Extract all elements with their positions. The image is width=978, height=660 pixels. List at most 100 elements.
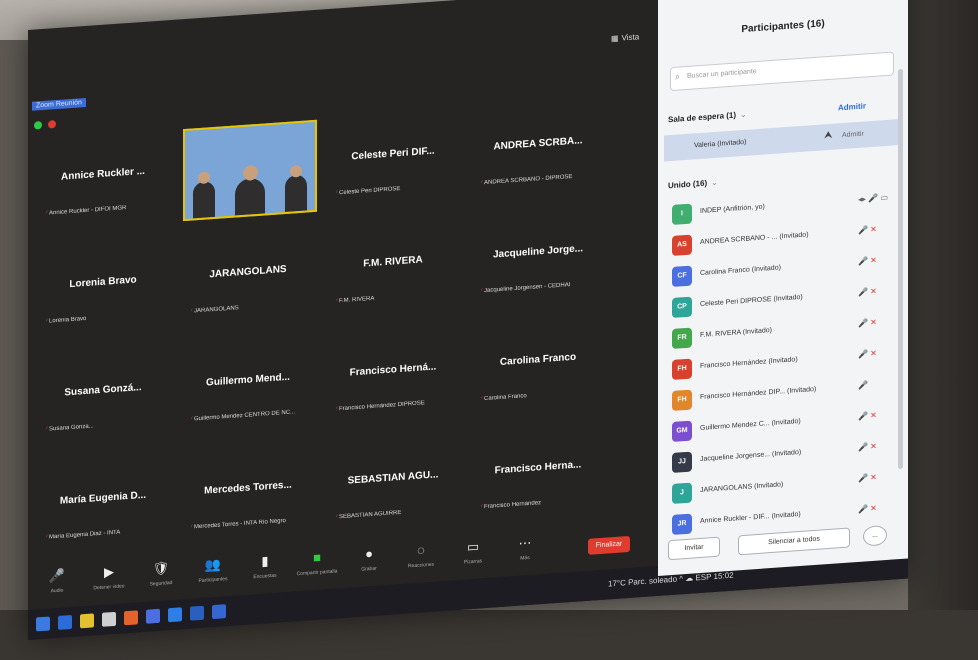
admit-button[interactable]: Admitir — [842, 131, 864, 140]
mic-camera-icon[interactable]: 🎤 ✕ — [858, 287, 877, 297]
participant-tile[interactable]: Susana Gonzá... ⁄ Susana Gonza... — [38, 346, 168, 443]
toolbar-item[interactable]: ▮ Encuestas — [242, 552, 288, 581]
mic-camera-icon[interactable]: 🎤 ✕ — [858, 318, 877, 328]
toolbar-label: Seguridad — [149, 579, 173, 588]
avatar: FR — [672, 327, 692, 349]
participant-label-text: Annice Ruckler - DIFOI MGR — [49, 205, 127, 217]
participant-tile[interactable]: Lorenia Bravo ⁄ Lorenia Bravo — [38, 238, 168, 335]
toolbar-item[interactable]: ▭ Pizarras — [450, 537, 496, 566]
participant-label: ⁄ María Eugenia Diaz - INTA — [46, 526, 170, 541]
muted-mic-icon: ⁄ — [46, 210, 48, 217]
toolbar-icon: ▮ — [261, 553, 269, 569]
participant-row-name: Francisco Hernández (Invitado) — [700, 356, 798, 371]
participant-row-name: F.M. RIVERA (Invitado) — [700, 326, 772, 340]
participant-tile[interactable]: Mercedes Torres... ⁄ Mercedes Torres - INT… — [183, 444, 313, 541]
participant-label: ⁄ SEBASTIAN AGUIRRE — [336, 506, 460, 521]
participant-name: Annice Ruckler ... — [61, 165, 145, 183]
participant-label: ⁄ Lorenia Bravo — [46, 310, 170, 325]
participant-row-name: Celeste Peri DIPROSE (Invitado) — [700, 293, 803, 309]
participant-label: ⁄ Carolina Franco — [481, 388, 605, 402]
mic-camera-icon[interactable]: 🎤 ✕ — [858, 256, 877, 266]
participant-label: ⁄ Jacqueline Jorgensen - CEDHAI — [481, 280, 605, 294]
toolbar-icon: ■ — [313, 549, 321, 566]
video-person-body — [285, 174, 307, 213]
participant-tile[interactable]: F.M. RIVERA ⁄ F.M. RIVERA — [328, 218, 458, 315]
participant-tile[interactable]: Guillermo Mend... ⁄ Guillermo Mendez CENTR… — [183, 336, 313, 433]
toolbar-item[interactable]: 🛡 Seguridad — [138, 559, 184, 588]
admit-all-button[interactable]: Admitir — [838, 101, 866, 112]
mic-camera-icon[interactable]: ◂▸ 🎤 ▭ — [858, 193, 888, 204]
muted-mic-icon: ⁄ — [191, 524, 193, 531]
participant-tile[interactable]: Carolina Franco ⁄ Carolina Franco — [473, 316, 603, 413]
toolbar-item[interactable]: ▶ Detener video — [86, 563, 132, 592]
mic-camera-icon[interactable]: 🎤 ✕ — [858, 411, 877, 421]
toolbar-item[interactable]: ⋯ Más — [502, 534, 548, 563]
edge-icon[interactable] — [58, 614, 72, 630]
mic-camera-icon[interactable]: 🎤 ✕ — [858, 349, 877, 359]
toolbar-item[interactable]: ■ Compartir pantalla — [294, 548, 340, 578]
teams-icon[interactable] — [212, 604, 226, 620]
participant-tile[interactable]: Jacqueline Jorge... ⁄ Jacqueline Jorgensen… — [473, 208, 603, 305]
participant-scrollbar[interactable] — [898, 68, 903, 470]
participant-name: SEBASTIAN AGU... — [347, 469, 439, 487]
toolbar-icon: 🛡 — [152, 560, 170, 577]
window-title: Zoom Reunión — [32, 97, 86, 111]
participant-label: ⁄ Guillermo Mendez CENTRO DE NC... — [191, 408, 315, 422]
participant-tile[interactable]: ANDREA SCRBA... ⁄ ANDREA SCRBANO - DIPROSE — [473, 100, 603, 197]
avatar: FH — [672, 389, 692, 411]
participant-tile[interactable]: SEBASTIAN AGU... ⁄ SEBASTIAN AGUIRRE — [328, 434, 458, 531]
muted-mic-icon: ⁄ — [46, 534, 48, 541]
explorer-icon[interactable] — [80, 613, 94, 629]
joined-heading[interactable]: Unido (16) ⌄ — [668, 178, 718, 190]
mic-camera-icon[interactable]: 🎤 ✕ — [858, 225, 877, 235]
waiting-room-heading[interactable]: Sala de espera (1) ⌄ — [668, 110, 747, 125]
avatar: J — [672, 482, 692, 504]
participant-tile[interactable]: Celeste Peri DIF... ⁄ Celeste Peri DIPROSE — [328, 110, 458, 207]
participant-name: Guillermo Mend... — [206, 371, 290, 389]
mic-camera-icon[interactable]: 🎤 — [858, 380, 868, 390]
invite-button[interactable]: Invitar — [668, 536, 720, 561]
toolbar-label: Participantes — [198, 576, 228, 585]
toolbar-item[interactable]: ◌ Reacciones — [398, 541, 444, 570]
avatar: AS — [672, 234, 692, 256]
toolbar-icon: ⋯ — [518, 534, 532, 551]
participant-video-tile[interactable] — [183, 119, 317, 222]
participant-tile[interactable]: María Eugenia D... ⁄ María Eugenia Diaz - … — [38, 454, 168, 551]
participant-label-text: María Eugenia Diaz - INTA — [49, 529, 121, 541]
view-button[interactable]: ▦ Vista — [608, 32, 639, 43]
word-icon[interactable] — [190, 605, 204, 621]
participant-tile[interactable]: JARANGOLANS ⁄ JARANGOLANS — [183, 228, 313, 325]
mute-all-button[interactable]: Silenciar a todos — [738, 527, 850, 556]
participant-label-text: Susana Gonza... — [49, 423, 94, 433]
mic-camera-icon[interactable]: 🎤 ✕ — [858, 473, 877, 483]
store-icon[interactable] — [102, 611, 116, 627]
participant-tile[interactable]: Annice Ruckler ... ⁄ Annice Ruckler - DIFO… — [38, 130, 168, 227]
toolbar-item[interactable]: 👥 Participantes — [190, 555, 236, 584]
toolbar-label: Más — [520, 554, 530, 562]
start-icon[interactable] — [36, 616, 50, 632]
avatar: JJ — [672, 451, 692, 473]
participant-name: Lorenia Bravo — [69, 274, 137, 291]
participant-tile[interactable]: Francisco Herná... ⁄ Francisco Hernández D… — [328, 326, 458, 423]
participant-search-input[interactable]: ⌕ Buscar un participante — [670, 51, 894, 92]
office-icon[interactable] — [124, 610, 138, 626]
cursor-icon: ⮝ — [824, 129, 833, 142]
end-meeting-button[interactable]: Finalizar — [588, 535, 630, 555]
toolbar-icon: ▶ — [104, 563, 114, 580]
participant-label-text: ANDREA SCRBANO - DIPROSE — [484, 173, 573, 187]
zoom-icon[interactable] — [168, 607, 182, 623]
participant-label: ⁄ Annice Ruckler - DIFOI MGR — [46, 202, 170, 217]
more-options-button[interactable]: ... — [863, 524, 887, 547]
toolbar-icon: ● — [365, 545, 373, 562]
participant-label: ⁄ ANDREA SCRBANO - DIPROSE — [481, 172, 605, 187]
toolbar-item[interactable]: ● Grabar — [346, 545, 392, 574]
mic-camera-icon[interactable]: 🎤 ✕ — [858, 442, 877, 452]
toolbar-item[interactable]: 🎤 Audio — [34, 566, 80, 595]
participant-row-name: ANDREA SCRBANO - ... (Invitado) — [700, 231, 809, 247]
mail-icon[interactable] — [146, 608, 160, 624]
avatar: JR — [672, 513, 692, 535]
participant-row-name: Jacqueline Jorgense... (Invitado) — [700, 448, 802, 464]
participant-tile[interactable]: Francisco Herna... ⁄ Francisco Hernández — [473, 424, 603, 521]
mic-camera-icon[interactable]: 🎤 ✕ — [858, 504, 877, 514]
waiting-participant-row[interactable]: Valeria (Invitado) ⮝ Admitir — [664, 118, 902, 162]
